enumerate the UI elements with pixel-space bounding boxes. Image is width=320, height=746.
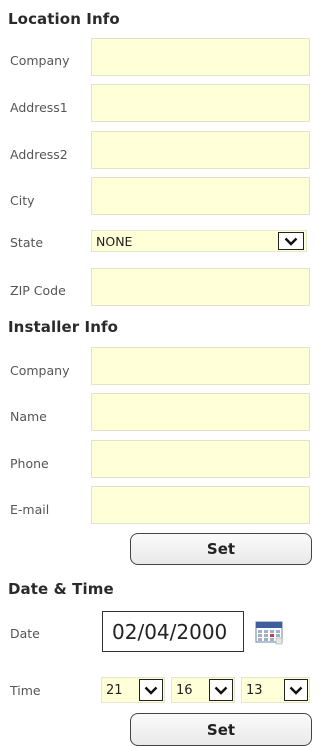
- hour-value: 21: [106, 682, 123, 698]
- location-zip-field[interactable]: [91, 268, 310, 306]
- location-address2-label: Address2: [10, 147, 68, 162]
- chevron-down-icon[interactable]: [284, 679, 308, 701]
- location-address2-field[interactable]: [91, 131, 310, 169]
- installer-name-field[interactable]: [91, 393, 310, 431]
- location-zip-label: ZIP Code: [10, 283, 66, 298]
- location-address1-label: Address1: [10, 100, 68, 115]
- location-city-field[interactable]: [91, 177, 310, 215]
- minute-select[interactable]: 16: [171, 677, 235, 703]
- hour-select[interactable]: 21: [101, 677, 165, 703]
- calendar-icon[interactable]: [254, 619, 286, 645]
- installer-company-field[interactable]: [91, 347, 310, 385]
- location-info-heading: Location Info: [8, 10, 120, 28]
- installer-name-label: Name: [10, 409, 47, 424]
- installer-company-label: Company: [10, 363, 70, 378]
- second-value: 13: [246, 682, 263, 698]
- date-time-heading: Date & Time: [8, 580, 114, 598]
- date-input[interactable]: 02/04/2000: [102, 611, 244, 652]
- location-state-label: State: [10, 235, 44, 250]
- installer-set-button[interactable]: Set: [130, 533, 312, 565]
- chevron-down-icon[interactable]: [139, 679, 163, 701]
- installer-phone-field[interactable]: [91, 440, 310, 478]
- installer-info-heading: Installer Info: [8, 318, 119, 336]
- time-label: Time: [10, 683, 41, 698]
- installer-phone-label: Phone: [10, 456, 49, 471]
- location-company-label: Company: [10, 53, 70, 68]
- installer-email-label: E-mail: [10, 502, 50, 517]
- location-address1-field[interactable]: [91, 84, 310, 122]
- chevron-down-icon[interactable]: [278, 232, 304, 250]
- state-select-value: NONE: [96, 233, 133, 249]
- installer-email-field[interactable]: [91, 486, 310, 524]
- state-select[interactable]: NONE: [91, 230, 307, 252]
- location-city-label: City: [10, 193, 35, 208]
- minute-value: 16: [176, 682, 193, 698]
- chevron-down-icon[interactable]: [209, 679, 233, 701]
- date-label: Date: [10, 626, 40, 641]
- datetime-set-button[interactable]: Set: [130, 713, 312, 746]
- second-select[interactable]: 13: [241, 677, 310, 703]
- location-company-field[interactable]: [91, 38, 310, 76]
